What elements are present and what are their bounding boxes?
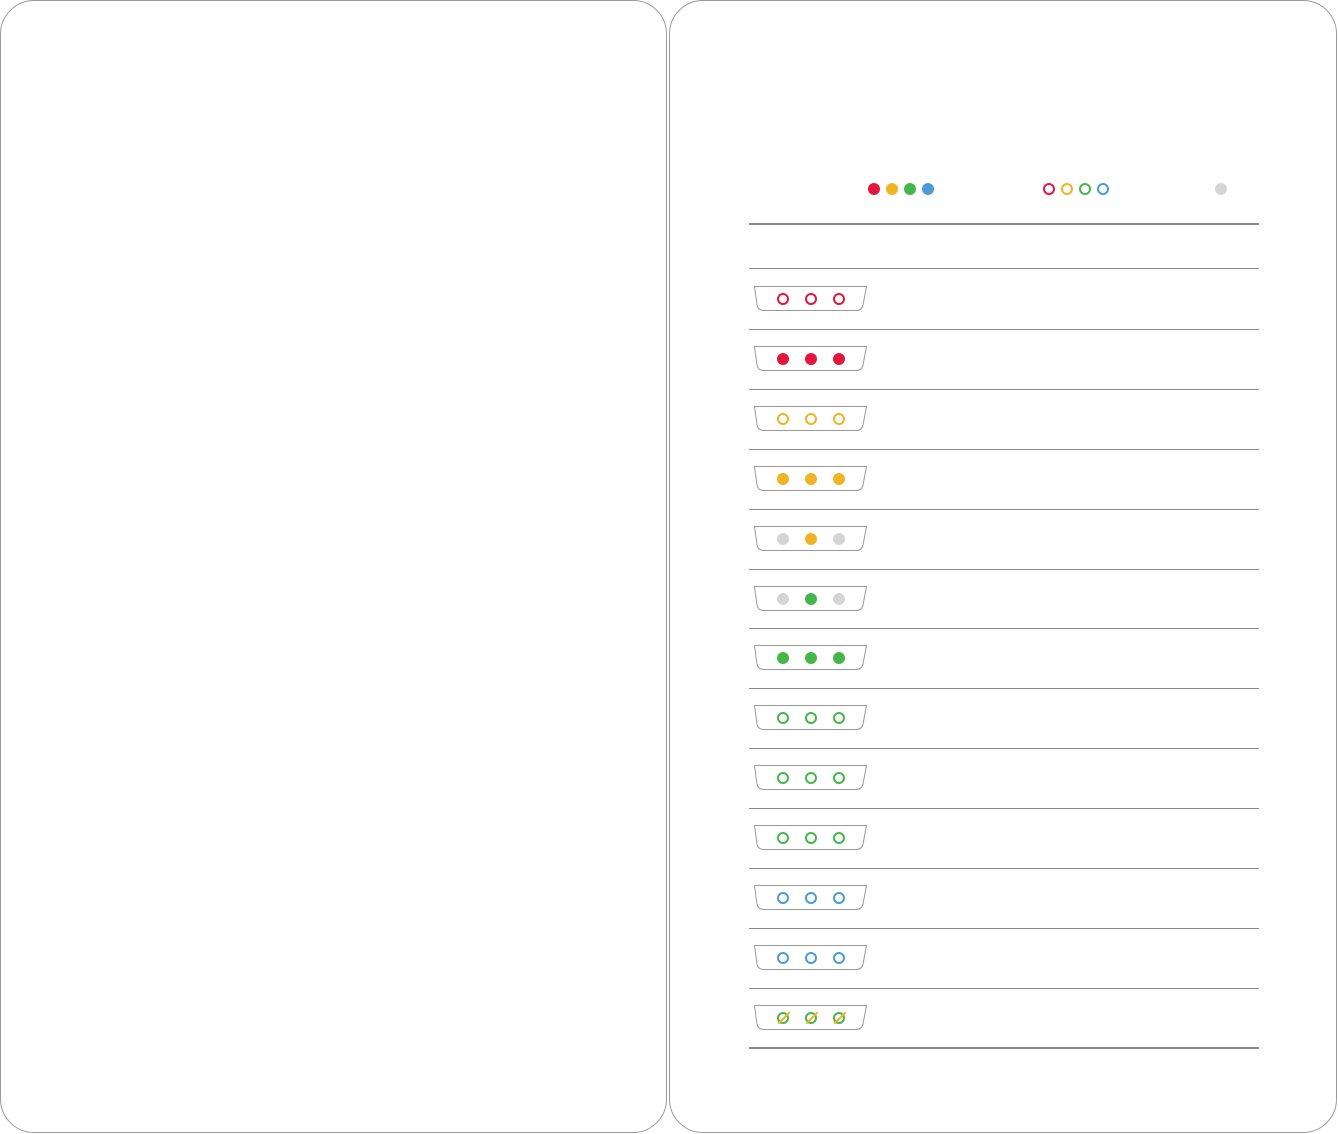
header-divider — [749, 268, 1259, 269]
led-yellow-outline — [833, 412, 845, 425]
led-red-solid — [833, 352, 845, 365]
led-gray-solid — [833, 592, 845, 605]
row-divider — [749, 628, 1259, 629]
row-divider — [749, 329, 1259, 330]
led-blue-outline — [833, 951, 845, 964]
led-gray-solid — [777, 592, 789, 605]
led-green-solid — [805, 592, 817, 605]
left-page-panel — [0, 0, 667, 1133]
device-led-indicator — [752, 764, 868, 791]
led-yellow-solid — [777, 472, 789, 485]
led-green-outline — [805, 832, 817, 845]
legend-outline-red-dot — [1043, 183, 1055, 195]
device-led-indicator — [752, 644, 868, 671]
legend-solid-red-dot — [868, 183, 880, 195]
legend-off-gray-dot — [1215, 183, 1227, 195]
led-blue-outline — [833, 892, 845, 904]
led-red-outline — [833, 293, 845, 305]
table-top-rule — [749, 223, 1259, 225]
row-divider — [749, 868, 1259, 869]
table-bottom-rule — [749, 1047, 1259, 1049]
led-green-outline — [777, 832, 789, 845]
device-led-indicator — [752, 704, 868, 731]
led-red-outline — [805, 293, 817, 305]
led-gray-solid — [777, 532, 789, 545]
led-green-blink-alt — [833, 1011, 845, 1024]
device-led-indicator — [752, 525, 868, 552]
led-blue-outline — [805, 951, 817, 964]
legend-outline-yellow-dot — [1061, 183, 1073, 195]
row-divider — [749, 569, 1259, 570]
led-yellow-outline — [805, 412, 817, 425]
row-divider — [749, 988, 1259, 989]
legend-outline-blue-dot — [1097, 183, 1109, 195]
row-divider — [749, 808, 1259, 809]
device-led-indicator — [752, 1004, 868, 1031]
device-led-indicator — [752, 585, 868, 612]
led-green-outline — [833, 832, 845, 845]
led-red-outline — [777, 293, 789, 305]
led-blue-outline — [777, 892, 789, 904]
led-gray-solid — [833, 532, 845, 545]
led-red-solid — [805, 352, 817, 365]
device-led-indicator — [752, 824, 868, 851]
device-led-indicator — [752, 884, 868, 911]
led-green-blink-alt — [777, 1011, 789, 1024]
led-yellow-solid — [805, 532, 817, 545]
led-red-solid — [777, 352, 789, 365]
legend-outline-green-dot — [1079, 183, 1091, 195]
legend-solid-green-dot — [904, 183, 916, 195]
row-divider — [749, 509, 1259, 510]
device-led-indicator — [752, 465, 868, 492]
led-yellow-solid — [805, 472, 817, 485]
row-divider — [749, 748, 1259, 749]
led-yellow-outline — [777, 412, 789, 425]
legend-solid-blue-dot — [922, 183, 934, 195]
device-led-indicator — [752, 345, 868, 372]
legend-solid-yellow-dot — [886, 183, 898, 195]
row-divider — [749, 928, 1259, 929]
led-blue-outline — [805, 892, 817, 904]
device-led-indicator — [752, 285, 868, 312]
led-blue-outline — [777, 951, 789, 964]
row-divider — [749, 688, 1259, 689]
led-green-blink-alt — [805, 1011, 817, 1024]
led-yellow-solid — [833, 472, 845, 485]
row-divider — [749, 449, 1259, 450]
row-divider — [749, 389, 1259, 390]
device-led-indicator — [752, 405, 868, 432]
device-led-indicator — [752, 944, 868, 971]
